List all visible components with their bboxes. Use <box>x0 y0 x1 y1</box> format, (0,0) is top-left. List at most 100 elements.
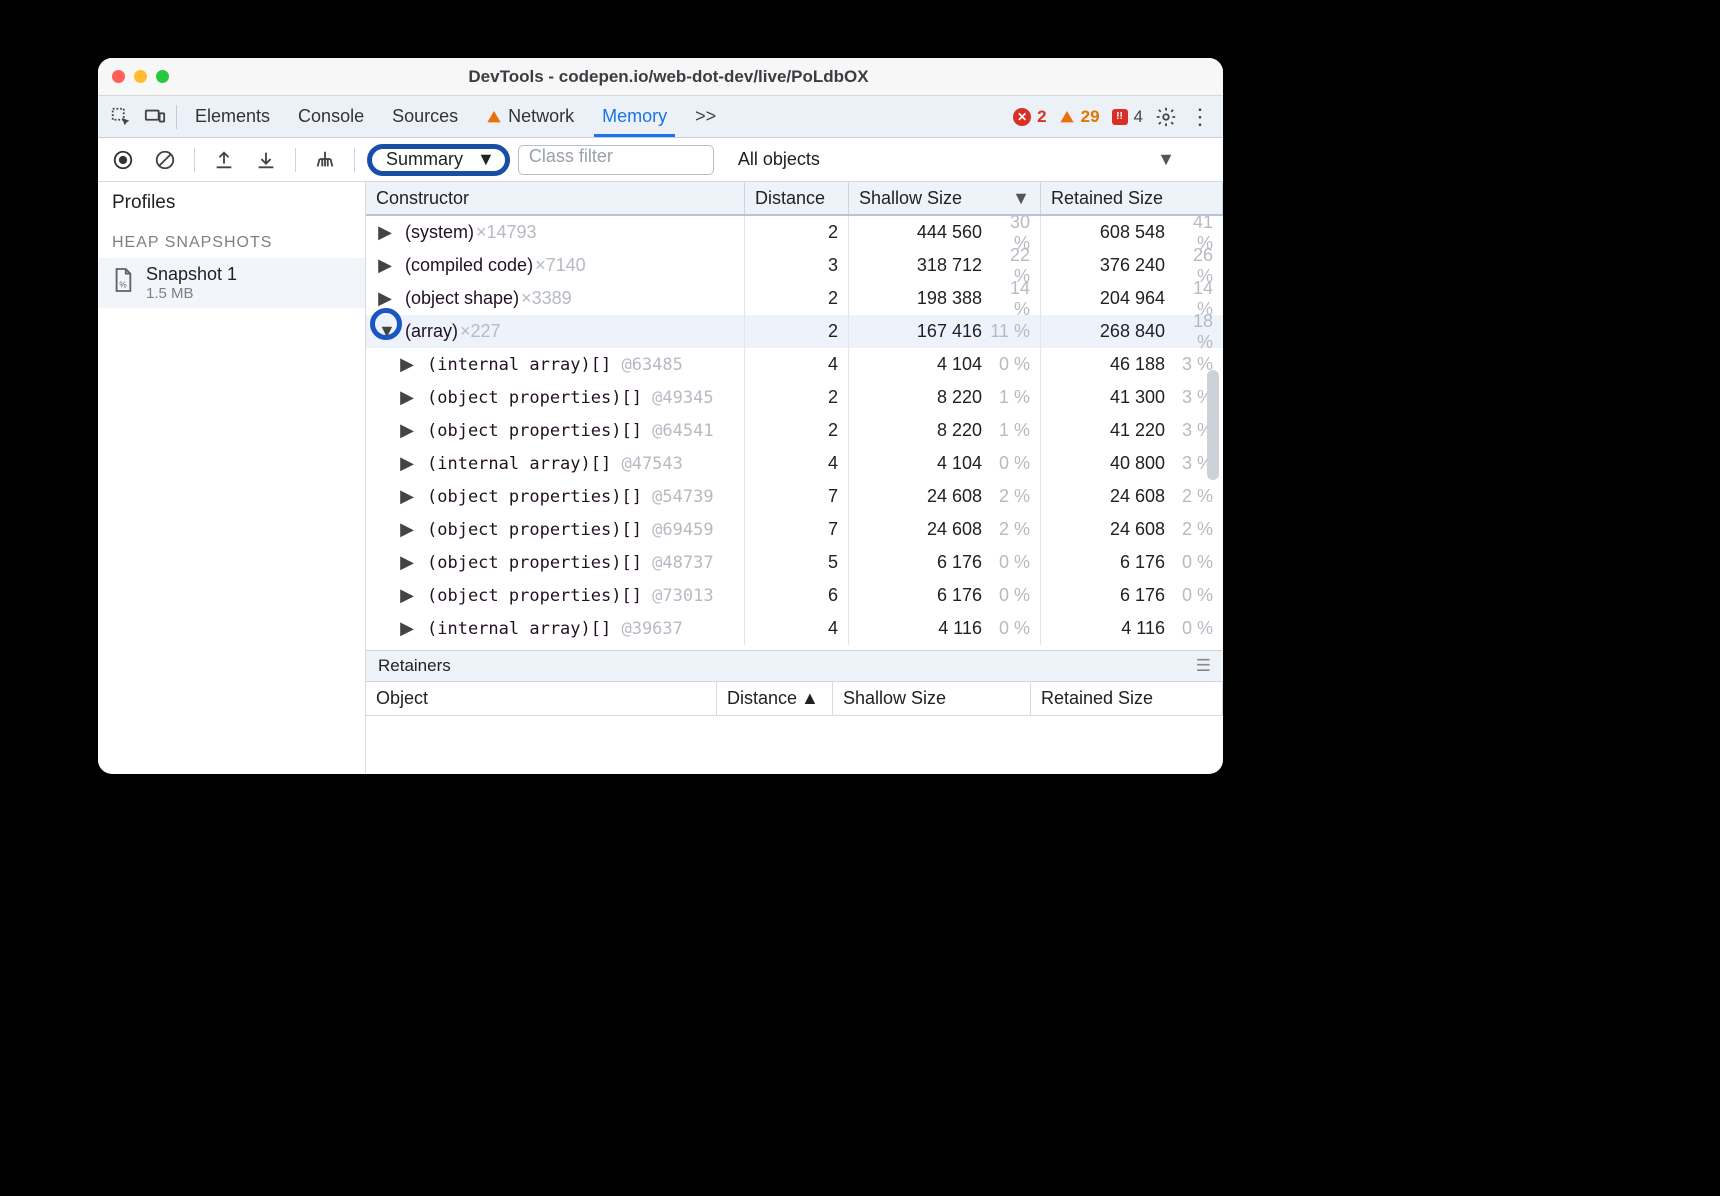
tab-memory[interactable]: Memory <box>588 96 681 137</box>
tab-network[interactable]: Network <box>472 96 588 137</box>
window-title: DevTools - codepen.io/web-dot-dev/live/P… <box>169 67 1223 87</box>
disclosure-closed-icon[interactable]: ▶ <box>400 585 414 606</box>
disclosure-closed-icon[interactable]: ▶ <box>378 288 392 309</box>
disclosure-closed-icon[interactable]: ▶ <box>378 255 392 276</box>
record-button[interactable] <box>106 143 140 177</box>
table-row[interactable]: ▶ (internal array)[] @3963744 1160 %4 11… <box>366 612 1223 645</box>
profiles-sidebar: Profiles HEAP SNAPSHOTS % Snapshot 1 1.5… <box>98 182 366 774</box>
memory-toolbar: Summary ▼ Class filter All objects ▼ <box>98 138 1223 182</box>
rcol-shallow[interactable]: Shallow Size <box>833 682 1031 715</box>
tab-more[interactable]: >> <box>681 96 730 137</box>
table-row[interactable]: ▶ (system) ×147932444 56030 %608 54841 % <box>366 216 1223 249</box>
disclosure-open-icon[interactable]: ▼ <box>378 321 392 342</box>
table-row[interactable]: ▶ (object properties)[] @4873756 1760 %6… <box>366 546 1223 579</box>
disclosure-closed-icon[interactable]: ▶ <box>400 486 414 507</box>
class-filter-input[interactable]: Class filter <box>518 145 714 175</box>
close-window-button[interactable] <box>112 70 125 83</box>
row-name: (internal array)[] @47543 <box>427 454 683 474</box>
import-button[interactable] <box>249 143 283 177</box>
table-body: ▶ (system) ×147932444 56030 %608 54841 %… <box>366 216 1223 650</box>
tab-elements[interactable]: Elements <box>181 96 284 137</box>
rcol-distance[interactable]: Distance▲ <box>717 682 833 715</box>
disclosure-closed-icon[interactable]: ▶ <box>400 552 414 573</box>
row-retained: 46 1883 % <box>1041 348 1223 381</box>
tab-console[interactable]: Console <box>284 96 378 137</box>
disclosure-closed-icon[interactable]: ▶ <box>400 453 414 474</box>
window-controls <box>98 70 169 83</box>
retainers-columns: Object Distance▲ Shallow Size Retained S… <box>366 682 1223 716</box>
perspective-select[interactable]: Summary ▼ <box>367 144 510 176</box>
chevron-down-icon: ▼ <box>1157 149 1215 170</box>
row-distance: 2 <box>745 315 849 348</box>
table-row[interactable]: ▶ (object properties)[] @6454128 2201 %4… <box>366 414 1223 447</box>
disclosure-closed-icon[interactable]: ▶ <box>400 354 414 375</box>
sort-desc-icon: ▼ <box>1012 188 1030 209</box>
clear-button[interactable] <box>148 143 182 177</box>
disclosure-closed-icon[interactable]: ▶ <box>400 519 414 540</box>
col-distance[interactable]: Distance <box>745 182 849 214</box>
row-retained: 6 1760 % <box>1041 579 1223 612</box>
clear-icon <box>154 149 176 171</box>
perspective-label: Summary <box>386 149 463 170</box>
row-name: (internal array)[] @39637 <box>427 619 683 639</box>
error-count[interactable]: ✕ 2 <box>1013 107 1046 127</box>
col-shallow[interactable]: Shallow Size▼ <box>849 182 1041 214</box>
disclosure-closed-icon[interactable]: ▶ <box>400 618 414 639</box>
tab-sources[interactable]: Sources <box>378 96 472 137</box>
scrollbar[interactable] <box>1207 370 1221 774</box>
row-retained: 41 2203 % <box>1041 414 1223 447</box>
row-name: (object properties)[] @49345 <box>427 388 714 408</box>
table-row[interactable]: ▶ (internal array)[] @6348544 1040 %46 1… <box>366 348 1223 381</box>
row-retained: 41 3003 % <box>1041 381 1223 414</box>
row-retained: 24 6082 % <box>1041 513 1223 546</box>
table-row[interactable]: ▶ (object properties)[] @4934528 2201 %4… <box>366 381 1223 414</box>
row-name: (object properties)[] @54739 <box>427 487 714 507</box>
upload-icon <box>213 149 235 171</box>
record-icon <box>112 149 134 171</box>
row-name: (system) <box>405 222 474 243</box>
row-shallow: 24 6082 % <box>849 513 1041 546</box>
table-row[interactable]: ▶ (object shape) ×33892198 38814 %204 96… <box>366 282 1223 315</box>
row-distance: 2 <box>745 414 849 447</box>
row-name: (array) <box>405 321 458 342</box>
profiles-heading: Profiles <box>98 182 365 224</box>
retainers-header[interactable]: Retainers ☰ <box>366 650 1223 682</box>
rcol-object[interactable]: Object <box>366 682 717 715</box>
settings-button[interactable] <box>1149 100 1183 134</box>
disclosure-closed-icon[interactable]: ▶ <box>400 420 414 441</box>
issues-count[interactable]: !! 4 <box>1112 107 1143 127</box>
row-retained: 268 84018 % <box>1041 315 1223 348</box>
table-header: Constructor Distance Shallow Size▼ Retai… <box>366 182 1223 216</box>
kebab-menu-button[interactable]: ⋮ <box>1183 100 1217 134</box>
table-row[interactable]: ▶ (internal array)[] @4754344 1040 %40 8… <box>366 447 1223 480</box>
select-element-icon[interactable] <box>104 100 138 134</box>
table-row[interactable]: ▼ (array) ×2272167 41611 %268 84018 % <box>366 315 1223 348</box>
export-button[interactable] <box>207 143 241 177</box>
table-row[interactable]: ▶ (object properties)[] @69459724 6082 %… <box>366 513 1223 546</box>
object-filter-select[interactable]: All objects ▼ <box>722 149 1215 170</box>
col-retained[interactable]: Retained Size <box>1041 182 1223 214</box>
device-toolbar-icon[interactable] <box>138 100 172 134</box>
zoom-window-button[interactable] <box>156 70 169 83</box>
row-count: ×3389 <box>521 288 572 309</box>
minimize-window-button[interactable] <box>134 70 147 83</box>
garbage-collect-button[interactable] <box>308 143 342 177</box>
snapshot-icon: % <box>112 267 134 298</box>
rcol-retained[interactable]: Retained Size <box>1031 682 1223 715</box>
snapshot-item[interactable]: % Snapshot 1 1.5 MB <box>98 258 365 308</box>
row-name: (object shape) <box>405 288 519 309</box>
row-shallow: 4 1160 % <box>849 612 1041 645</box>
warning-icon <box>1059 109 1075 125</box>
col-constructor[interactable]: Constructor <box>366 182 745 214</box>
warning-count[interactable]: 29 <box>1059 107 1100 127</box>
table-row[interactable]: ▶ (object properties)[] @54739724 6082 %… <box>366 480 1223 513</box>
row-name: (object properties)[] @73013 <box>427 586 714 606</box>
table-row[interactable]: ▶ (object properties)[] @7301366 1760 %6… <box>366 579 1223 612</box>
titlebar: DevTools - codepen.io/web-dot-dev/live/P… <box>98 58 1223 96</box>
disclosure-closed-icon[interactable]: ▶ <box>400 387 414 408</box>
chevron-down-icon: ▼ <box>477 149 495 170</box>
row-retained: 24 6082 % <box>1041 480 1223 513</box>
error-icon: ✕ <box>1013 108 1031 126</box>
disclosure-closed-icon[interactable]: ▶ <box>378 222 392 243</box>
table-row[interactable]: ▶ (compiled code) ×71403318 71222 %376 2… <box>366 249 1223 282</box>
